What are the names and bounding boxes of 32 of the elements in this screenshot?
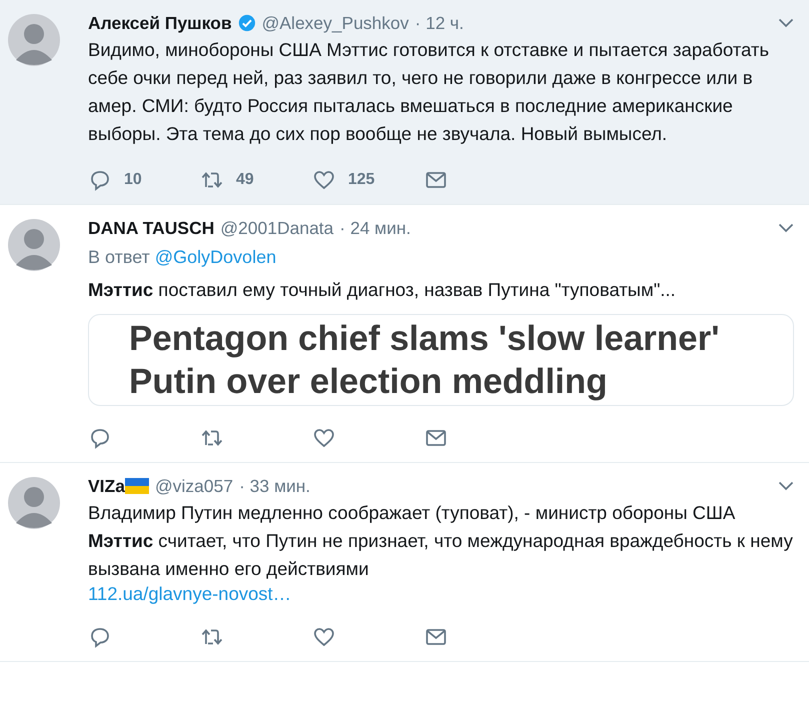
heart-icon[interactable] [312,168,336,192]
author-handle[interactable]: @2001Danata [220,218,334,238]
reply-count: 10 [124,171,142,189]
retweet-count: 49 [236,171,254,189]
reply-icon[interactable] [88,426,112,450]
avatar-icon[interactable] [8,477,60,529]
author-handle[interactable]: @Alexey_Pushkov [262,12,409,34]
reply-icon[interactable] [88,168,112,192]
like-count: 125 [348,171,375,189]
avatar-icon[interactable] [8,219,60,271]
link-card[interactable]: Pentagon chief slams 'slow learner' Putin over election meddling [88,314,794,406]
caret-icon[interactable] [778,223,794,233]
heart-icon[interactable] [312,426,336,450]
tweet-text: Мэттис поставил ему точный диагноз, назвав Путина "туповатым"... [88,278,677,302]
caret-icon[interactable] [778,18,794,28]
author-name[interactable]: Алексей Пушков [88,12,232,34]
card-headline: Pentagon chief slams 'slow learner' Putin over election meddling [129,318,720,403]
author-name[interactable]: VIZa [88,476,125,496]
reply-icon[interactable] [88,625,112,649]
caret-icon[interactable] [778,481,794,491]
timestamp[interactable]: · 12 ч. [414,12,464,34]
tweet-text: Видимо, минобороны США Мэттис готовится к отставке и пытается заработать себе очки перед ней, раз заявил то, чего не говорили даже в конгрессе или в амер. СМИ: будто Россия пыталась вмешаться в последние американские выборы. Эта тема до сих пор вообще не звучала. Новый вымысел. [88,38,770,146]
author-handle[interactable]: @viza057 [154,476,234,496]
tweet-text: Владимир Путин медленно соображает (туповат), - министр обороны США Мэттис считает, что Путин не признает, что международная враждебность к нему вызвана именно его действиями [88,501,794,581]
timestamp[interactable]: · 33 мин. [239,476,310,496]
timestamp[interactable]: · 24 мин. [340,218,411,238]
heart-icon[interactable] [312,625,336,649]
mention-link[interactable]: @GolyDovolen [154,247,276,267]
avatar-icon[interactable] [8,14,60,66]
url-link[interactable]: 112.ua/glavnye-novost… [88,583,292,605]
author-name[interactable]: DANA TAUSCH [88,218,214,238]
reply-label: В ответ [88,247,150,267]
